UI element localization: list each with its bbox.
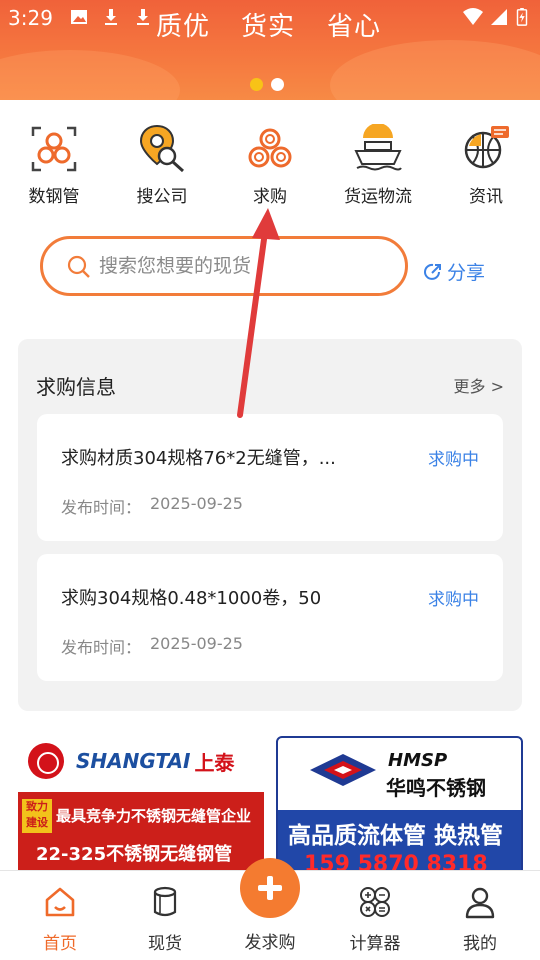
nav-news[interactable]: 资讯 xyxy=(441,124,531,207)
top-banner[interactable]: 3:29 质优 货实 省心 xyxy=(0,0,540,100)
tab-label: 我的 xyxy=(463,934,497,954)
nav-count-pipes[interactable]: 数钢管 xyxy=(9,124,99,207)
more-link[interactable]: 更多 > xyxy=(454,373,505,397)
ad-banner-hmsp[interactable]: HMSP 华鸣不锈钢 高品质流体管 换热管 159 5870 8318 xyxy=(276,736,523,876)
ad-slogan: 高品质流体管 换热管 xyxy=(288,823,504,849)
ad-tagline: 最具竞争力不锈钢无缝管企业 xyxy=(56,807,252,825)
ad-product: 22-325不锈钢无缝钢管 xyxy=(36,844,233,865)
share-label: 分享 xyxy=(447,262,486,284)
banner-slogan: 省心 xyxy=(327,12,382,42)
nav-logistics[interactable]: 货运物流 xyxy=(333,124,423,207)
tab-home[interactable]: 首页 xyxy=(15,885,105,954)
location-search-icon xyxy=(139,124,185,173)
purchase-card[interactable]: 求购304规格0.48*1000卷，50 求购中 发布时间： 2025-09-2… xyxy=(37,554,503,681)
tab-label: 首页 xyxy=(43,934,77,954)
ad-brand-cn: 华鸣不锈钢 xyxy=(386,776,486,800)
nav-purchase[interactable]: 求购 xyxy=(225,124,315,207)
search-icon xyxy=(67,255,90,278)
image-notification-icon xyxy=(71,10,87,24)
ship-icon xyxy=(354,124,402,171)
download-icon xyxy=(105,9,117,25)
share-button[interactable]: 分享 xyxy=(423,258,485,285)
banner-slogan: 质优 xyxy=(156,12,211,42)
nav-label: 货运物流 xyxy=(344,187,412,207)
ad-brand-cn: 上泰 xyxy=(194,750,235,775)
purchase-title: 求购材质304规格76*2无缝管，... xyxy=(61,448,336,469)
purchase-card[interactable]: 求购材质304规格76*2无缝管，... 求购中 发布时间： 2025-09-2… xyxy=(37,414,503,541)
tab-calculator[interactable]: 计算器 xyxy=(330,885,420,954)
banner-decoration xyxy=(330,40,540,100)
nav-label: 搜公司 xyxy=(136,187,188,207)
section-title: 求购信息 xyxy=(36,375,116,399)
status-badge: 求购中 xyxy=(428,450,479,470)
tab-mine[interactable]: 我的 xyxy=(435,885,525,954)
download-icon xyxy=(137,9,149,25)
battery-icon xyxy=(516,8,528,26)
nav-label: 求购 xyxy=(253,187,287,207)
share-icon xyxy=(424,263,441,280)
nav-search-company[interactable]: 搜公司 xyxy=(117,124,207,207)
tab-label: 现货 xyxy=(148,934,182,954)
wifi-icon xyxy=(463,8,483,25)
ad-banner-shangtai[interactable]: SHANGTAI 上泰 致力建设 最具竞争力不锈钢无缝管企业 22-325不锈钢… xyxy=(18,735,264,875)
ad-badge: 致力建设 xyxy=(22,799,52,833)
pipes-icon xyxy=(248,128,292,168)
hmsp-logo-icon xyxy=(310,754,376,786)
brand-seal-icon xyxy=(28,743,64,779)
publish-time-label: 发布时间： xyxy=(61,498,142,517)
post-purchase-button[interactable] xyxy=(240,858,300,918)
tab-stock[interactable]: 现货 xyxy=(120,885,210,954)
search-input[interactable] xyxy=(99,251,399,281)
banner-slogan: 货实 xyxy=(241,12,296,42)
pipes-count-icon xyxy=(31,126,77,172)
status-badge: 求购中 xyxy=(428,590,479,610)
tab-label: 计算器 xyxy=(349,934,401,954)
tab-label[interactable]: 发求购 xyxy=(225,928,315,953)
publish-time: 2025-09-25 xyxy=(150,634,243,653)
home-icon xyxy=(45,887,75,917)
purchase-title: 求购304规格0.48*1000卷，50 xyxy=(61,588,322,609)
banner-decoration xyxy=(0,50,180,100)
status-bar: 3:29 质优 货实 省心 xyxy=(0,0,540,42)
ad-logo: SHANGTAI 上泰 xyxy=(28,743,234,779)
stock-cylinder-icon xyxy=(153,886,177,917)
globe-news-icon xyxy=(464,126,509,169)
purchase-info-panel: 求购信息 更多 > 求购材质304规格76*2无缝管，... 求购中 发布时间：… xyxy=(18,339,522,711)
nav-label: 资讯 xyxy=(469,187,503,207)
calculator-icon xyxy=(360,887,390,917)
carousel-dot[interactable] xyxy=(271,78,284,91)
carousel-dot-active[interactable] xyxy=(250,78,263,91)
publish-time: 2025-09-25 xyxy=(150,494,243,513)
ad-brand: SHANGTAI xyxy=(76,749,191,773)
carousel-indicator xyxy=(250,78,284,91)
ad-brand: HMSP xyxy=(388,750,448,771)
signal-icon xyxy=(491,9,507,25)
search-bar[interactable] xyxy=(40,236,408,296)
publish-time-label: 发布时间： xyxy=(61,638,142,657)
user-icon xyxy=(465,887,495,919)
status-time: 3:29 xyxy=(8,6,53,30)
nav-label: 数钢管 xyxy=(28,187,80,207)
